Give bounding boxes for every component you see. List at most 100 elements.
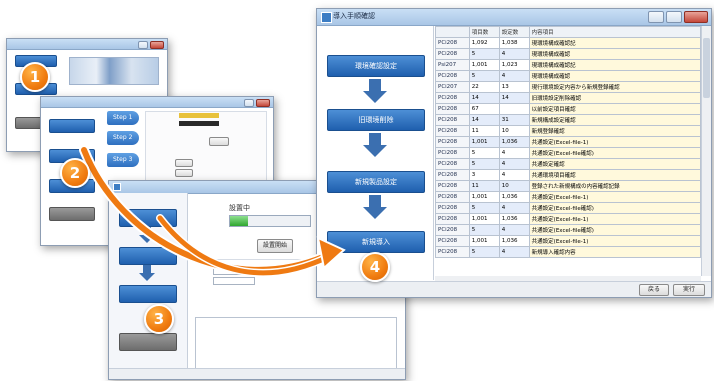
down-arrow-icon	[363, 207, 387, 219]
table-cell: 13	[498, 81, 530, 93]
window-3-flow-step-4[interactable]	[119, 333, 177, 351]
browse-button[interactable]	[209, 137, 229, 146]
table-cell: 1,092	[468, 37, 500, 49]
window-3-flow-step-3[interactable]	[119, 285, 177, 303]
step-badge-3: 3	[144, 304, 174, 334]
flow-arrow-shaft	[143, 227, 151, 235]
flow-step-1[interactable]: 環境確認設定	[327, 55, 425, 77]
window-3-flow-step-1[interactable]	[119, 209, 177, 227]
column-header[interactable]: 内容項目	[528, 26, 701, 38]
text-field[interactable]	[179, 113, 219, 118]
table-row[interactable]: PCi208 3 4 共通環境項目確認	[435, 169, 701, 181]
table-cell: PCi208	[435, 158, 470, 170]
table-row[interactable]: PCi208 67 以前設定項目確認	[435, 103, 701, 115]
column-header[interactable]	[435, 26, 470, 38]
minimize-button[interactable]	[244, 99, 254, 107]
table-row[interactable]: PCi208 5 4 共通設定(Excel-file確認)	[435, 224, 701, 236]
table-row[interactable]: PCi208 5 4 現環境構成確認	[435, 48, 701, 60]
table-cell: 以前設定項目確認	[528, 103, 701, 115]
option-button[interactable]	[175, 159, 193, 167]
table-cell: PCi208	[435, 48, 470, 60]
table-cell: 10	[498, 180, 530, 192]
table-row[interactable]: PCi208 5 4 共通設定(Excel-file確認)	[435, 202, 701, 214]
table-header-row: 項目数 設定数 内容項目	[435, 26, 701, 38]
table-row[interactable]: PCi208 1,001 1,036 共通設定(Excel-file-1)	[435, 213, 701, 225]
flow-arrow-shaft	[143, 265, 151, 273]
flow-step-2[interactable]: 旧環境削除	[327, 109, 425, 131]
table-cell: 4	[498, 169, 530, 181]
table-row[interactable]: Psi207 1,001 1,023 現環境構成確認記	[435, 59, 701, 71]
window-2-flow-step-1[interactable]	[49, 119, 95, 133]
table-row[interactable]: PCi208 14 14 旧環境設定削除確認	[435, 92, 701, 104]
execute-button[interactable]: 実行	[673, 284, 705, 296]
table-row[interactable]: PCi208 11 10 新規登録確認	[435, 125, 701, 137]
table-cell: 14	[498, 92, 530, 104]
table-cell: 4	[498, 224, 530, 236]
flow-arrow-shaft	[369, 195, 381, 207]
window-2-flow-step-4[interactable]	[49, 207, 95, 221]
step-pill-3[interactable]: Step 3	[107, 153, 139, 167]
table-cell: 4	[498, 202, 530, 214]
table-cell: PCi208	[435, 136, 470, 148]
table-row[interactable]: PCi208 1,001 1,036 共通設定(Excel-file-1)	[435, 136, 701, 148]
minimize-button[interactable]	[138, 41, 148, 49]
table-row[interactable]: PCi208 5 4 共通設定確認	[435, 158, 701, 170]
table-cell: 新規導入確認内容	[528, 246, 701, 258]
table-row[interactable]: PCi208 14 31 新規構成設定確認	[435, 114, 701, 126]
table-cell: PCi208	[435, 224, 470, 236]
table-cell: 現環境構成確認記	[528, 37, 701, 49]
table-cell: 4	[498, 246, 530, 258]
text-field[interactable]	[179, 121, 219, 126]
table-cell: 4	[498, 48, 530, 60]
table-row[interactable]: PCi208 11 10 登録された新規構成の内容確認記録	[435, 180, 701, 192]
table-cell: PCi208	[435, 37, 470, 49]
select-box[interactable]	[213, 277, 255, 285]
step-pill-1[interactable]: Step 1	[107, 111, 139, 125]
step-badge-2: 2	[60, 158, 90, 188]
flow-step-3[interactable]: 新規製品設定	[327, 171, 425, 193]
close-button[interactable]	[256, 99, 270, 107]
vertical-scrollbar[interactable]	[701, 26, 711, 276]
table-cell: PCi208	[435, 169, 470, 181]
window-3-flow-step-2[interactable]	[119, 247, 177, 265]
table-row[interactable]: PCi208 5 4 共通設定(Excel-file確認)	[435, 147, 701, 159]
back-button[interactable]: 戻る	[639, 284, 669, 296]
table-cell: PCi208	[435, 246, 470, 258]
table-cell: 登録された新規構成の内容確認記録	[528, 180, 701, 192]
table-row[interactable]: PCi208 1,001 1,036 共通設定(Excel-file-1)	[435, 191, 701, 203]
table-cell: 10	[498, 125, 530, 137]
table-row[interactable]: PCi208 1,001 1,036 共通設定(Excel-file-1)	[435, 235, 701, 247]
table-row[interactable]: PCi207 22 13 現行環境設定内容から新規登録確認	[435, 81, 701, 93]
maximize-button[interactable]	[666, 11, 682, 23]
log-textarea[interactable]	[195, 317, 397, 369]
close-button[interactable]	[684, 11, 708, 23]
option-button[interactable]	[175, 169, 193, 177]
table-row[interactable]: PCi208 5 4 現環境構成確認	[435, 70, 701, 82]
app-icon	[321, 12, 332, 23]
flow-step-4[interactable]: 新規導入	[327, 231, 425, 253]
start-install-button[interactable]: 設置開始	[257, 239, 293, 253]
table-cell: 5	[468, 224, 500, 236]
table-cell: 14	[468, 92, 500, 104]
minimize-button[interactable]	[648, 11, 664, 23]
table-cell: 11	[468, 180, 500, 192]
flow-arrow-shaft	[369, 79, 381, 91]
table-row[interactable]: PCi208 5 4 新規導入確認内容	[435, 246, 701, 258]
column-header[interactable]: 項目数	[468, 26, 500, 38]
table-row[interactable]: PCi208 1,092 1,038 現環境構成確認記	[435, 37, 701, 49]
select-box[interactable]	[213, 267, 255, 275]
table-cell: 共通設定(Excel-file-1)	[528, 136, 701, 148]
table-cell: 5	[468, 70, 500, 82]
table-cell: 共通設定(Excel-file-1)	[528, 235, 701, 247]
table-cell: PCi208	[435, 235, 470, 247]
column-header[interactable]: 設定数	[498, 26, 530, 38]
close-button[interactable]	[150, 41, 164, 49]
main-window-titlebar: 導入手順確認	[317, 9, 711, 26]
step-pill-2[interactable]: Step 2	[107, 131, 139, 145]
window-title: 導入手順確認	[333, 12, 375, 20]
progress-label: 設置中	[229, 204, 250, 212]
down-arrow-icon	[139, 235, 155, 243]
scrollbar-thumb[interactable]	[703, 38, 710, 98]
window-2-titlebar	[41, 97, 273, 108]
table-cell: 1,036	[498, 191, 530, 203]
